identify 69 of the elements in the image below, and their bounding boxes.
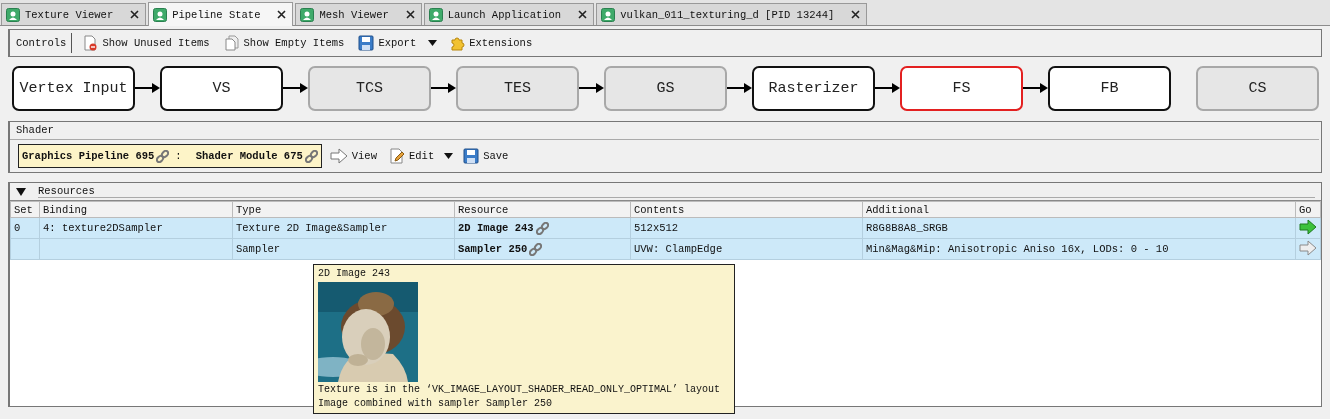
dropdown-arrow-icon [428,40,438,46]
pipeline-link[interactable]: Graphics Pipeline 695 [22,150,155,162]
toolbar-button[interactable]: Show Unused Items [78,33,214,53]
pencil-document-icon [389,148,405,164]
arrow-icon [329,148,348,164]
toolbar-button[interactable]: Edit [385,146,439,166]
table-cell: Min&Mag&Mip: Anisotropic Aniso 16x, LODs: 0 - 10 [866,243,1169,255]
close-icon [130,10,140,19]
floppy-icon [463,148,480,164]
pipeline-stage[interactable]: FB [1048,65,1171,111]
app-icon [601,7,616,22]
floppy-icon [358,35,375,51]
tooltip-text: Texture is in the ‘VK_IMAGE_LAYOUT_SHADER_READ_ONLY_OPTIMAL’ layout [318,383,722,397]
app-icon [300,7,315,22]
toolbar-button[interactable]: Save [459,146,513,166]
tab[interactable]: Launch Application [423,3,595,25]
close-icon [405,10,415,19]
table-cell: 512x512 [634,222,679,234]
dropdown-arrow-icon [444,153,454,159]
pipeline-stage[interactable]: FS [900,65,1023,111]
table-cell: R8G8B8A8_SRGB [866,222,948,234]
toolbar-button[interactable]: Show Empty Items [219,33,349,53]
pipeline-stage[interactable]: Rasterizer [752,65,875,111]
pipeline-stage[interactable]: TCS [308,65,431,111]
column-header[interactable]: Additional [862,201,1296,218]
tab[interactable]: Pipeline State [148,2,294,26]
document-icon [82,35,99,51]
app-icon [6,7,20,22]
tab[interactable]: Texture Viewer [1,3,147,25]
pipeline-stage[interactable]: GS [604,65,727,111]
table-cell: Sampler [236,243,281,255]
column-header[interactable]: Resource [454,201,631,218]
link-icon [156,149,170,163]
toolbar-button[interactable]: Export [354,33,421,53]
separator-text: : [175,150,182,162]
column-header[interactable]: Set [10,201,40,218]
tooltip-title: 2D Image 243 [318,267,391,281]
app-icon [428,7,443,22]
app-icon [153,7,168,22]
link-icon [304,149,318,163]
table-cell: UVW: ClampEdge [634,243,723,255]
link-icon [535,221,549,235]
puzzle-icon [449,35,466,51]
close-icon [578,10,588,19]
table-cell: 0 [14,222,21,234]
module-link[interactable]: Shader Module 675 [195,150,303,162]
tooltip-text: Image combined with sampler Sampler 250 [318,397,554,411]
pipeline-stage[interactable]: TES [456,65,579,111]
group-title: Shader [10,122,1319,140]
pipeline-stage[interactable]: CS [1196,65,1319,111]
pipeline-stage[interactable]: Vertex Input [12,65,135,111]
close-icon [277,10,287,19]
group-title: Resources [38,185,1315,198]
column-header[interactable]: Type [232,201,455,218]
toolbar-button[interactable]: Extensions [445,33,537,53]
column-header[interactable]: Binding [39,201,233,218]
toolbar-button[interactable]: View [325,146,381,166]
toolbar-label: Controls [16,33,73,53]
column-header[interactable]: Go [1295,201,1321,218]
link-icon [529,242,543,256]
close-icon [851,10,861,19]
table-cell: 4: texture2DSampler [43,222,163,234]
shader-field[interactable]: Graphics Pipeline 695 : Shader Module 675 [18,144,322,168]
column-header[interactable]: Contents [630,201,863,218]
table-cell: Texture 2D Image&Sampler [236,222,388,234]
tab[interactable]: Mesh Viewer [295,3,422,25]
documents-icon [223,35,240,51]
tab[interactable]: vulkan_011_texturing_d [PID 13244] [596,3,868,25]
pipeline-stage[interactable]: VS [160,65,283,111]
